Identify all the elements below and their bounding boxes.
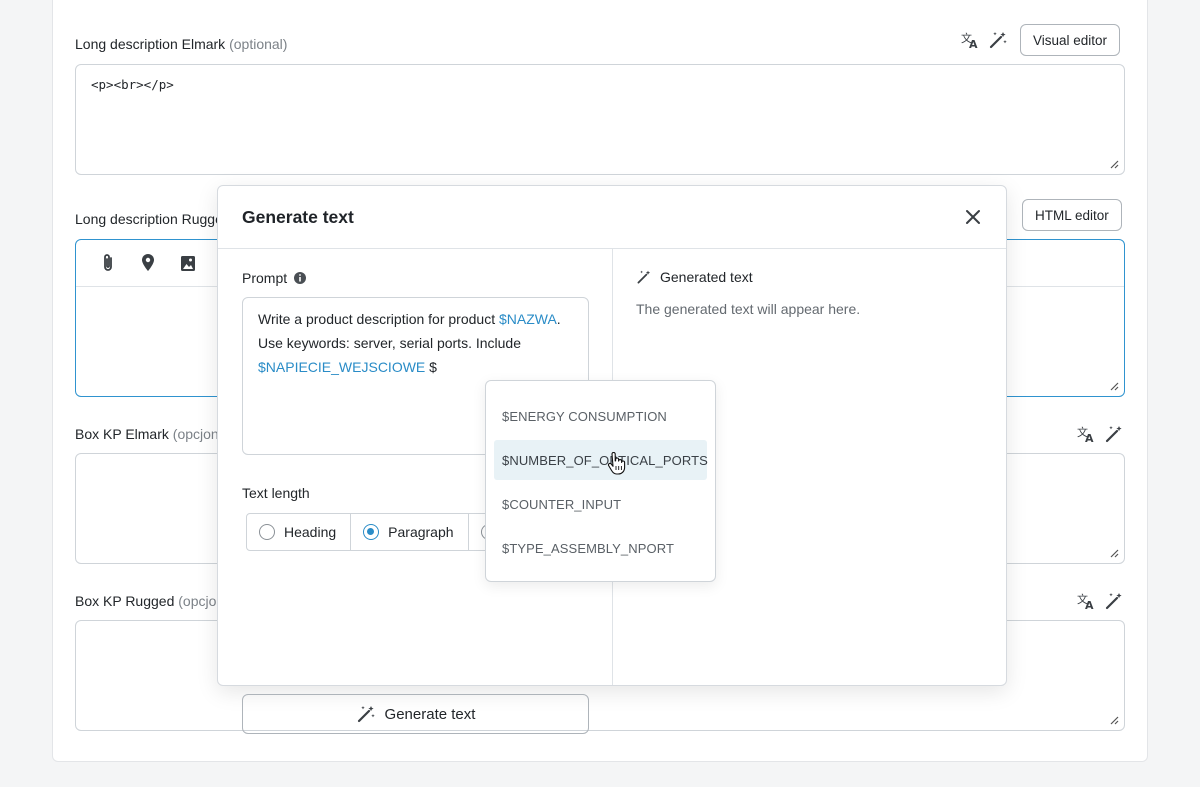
svg-text:A: A — [1085, 599, 1094, 611]
box-rugged-label-text: Box KP Rugged — [75, 593, 175, 609]
resize-handle-icon[interactable] — [1109, 381, 1119, 391]
prompt-label: Prompt — [242, 270, 307, 286]
dropdown-item[interactable]: $ENERGY CONSUMPTION — [494, 396, 707, 436]
dropdown-item-active[interactable]: $NUMBER_OF_OPTICAL_PORTS — [494, 440, 708, 480]
box-elmark-label: Box KP Elmark (opcjon — [75, 426, 219, 442]
resize-handle-icon[interactable] — [1109, 159, 1119, 169]
resize-handle-icon[interactable] — [1109, 715, 1119, 725]
dropdown-item[interactable]: $COUNTER_INPUT — [494, 484, 707, 524]
generate-button-label: Generate text — [384, 705, 476, 723]
hand-cursor-icon — [607, 452, 626, 475]
magic-wand-icon — [637, 270, 651, 284]
image-icon[interactable] — [178, 253, 198, 273]
variable-dropdown: $ENERGY CONSUMPTION $NUMBER_OF_OPTICAL_P… — [485, 380, 716, 582]
prompt-variable: $NAZWA — [498, 311, 557, 327]
close-icon[interactable] — [964, 208, 982, 226]
translate-icon[interactable]: 文A — [1076, 424, 1096, 444]
long-elmark-textarea[interactable]: <p><br></p> — [75, 64, 1125, 175]
visual-editor-button[interactable]: Visual editor — [1020, 24, 1121, 56]
generate-text-button[interactable]: Generate text — [242, 694, 589, 734]
radio-heading[interactable] — [259, 524, 275, 540]
box-elmark-label-text: Box KP Elmark — [75, 426, 169, 442]
translate-icon[interactable]: 文A — [1076, 591, 1096, 611]
generated-heading-text: Generated text — [660, 269, 753, 285]
text-length-label: Text length — [242, 485, 310, 501]
info-icon[interactable] — [293, 271, 307, 285]
radio-paragraph[interactable] — [363, 524, 380, 540]
svg-text:A: A — [969, 38, 978, 50]
box-rugged-label: Box KP Rugged (opcjon — [75, 593, 224, 609]
optional-tag: (opcjon — [172, 426, 219, 442]
optional-tag: (optional) — [229, 36, 288, 52]
long-elmark-label-text: Long description Elmark — [75, 36, 226, 52]
attachment-icon[interactable] — [98, 253, 118, 273]
long-rugged-label: Long description Rugge — [75, 211, 223, 227]
svg-text:A: A — [1085, 432, 1094, 444]
long-elmark-label: Long description Elmark (optional) — [75, 36, 287, 52]
modal-title: Generate text — [242, 207, 354, 227]
prompt-text: Write a product description for product — [258, 311, 499, 327]
prompt-text: $ — [425, 359, 437, 375]
magic-wand-icon[interactable] — [1104, 591, 1124, 611]
prompt-variable: $NAPIECIE_WEJSCIOWE — [258, 359, 426, 375]
length-option-label: Paragraph — [388, 524, 454, 540]
magic-wand-icon[interactable] — [988, 30, 1008, 50]
resize-handle-icon[interactable] — [1109, 548, 1119, 558]
long-elmark-value: <p><br></p> — [91, 77, 174, 92]
magic-wand-icon — [357, 706, 375, 723]
location-pin-icon[interactable] — [138, 253, 158, 273]
prompt-label-text: Prompt — [242, 270, 288, 286]
length-option-heading[interactable]: Heading — [247, 514, 352, 550]
generated-text-placeholder: The generated text will appear here. — [636, 301, 861, 317]
generated-text-heading: Generated text — [636, 269, 753, 285]
dropdown-item[interactable]: $TYPE_ASSEMBLY_NPORT — [494, 528, 707, 568]
text-length-selector: Heading Paragraph — [246, 513, 518, 551]
length-option-paragraph[interactable]: Paragraph — [351, 514, 469, 550]
translate-icon[interactable]: 文A — [960, 30, 980, 50]
html-editor-button[interactable]: HTML editor — [1022, 199, 1122, 231]
length-option-label: Heading — [284, 524, 337, 540]
magic-wand-icon[interactable] — [1104, 424, 1124, 444]
modal-header: Generate text — [218, 186, 1006, 249]
